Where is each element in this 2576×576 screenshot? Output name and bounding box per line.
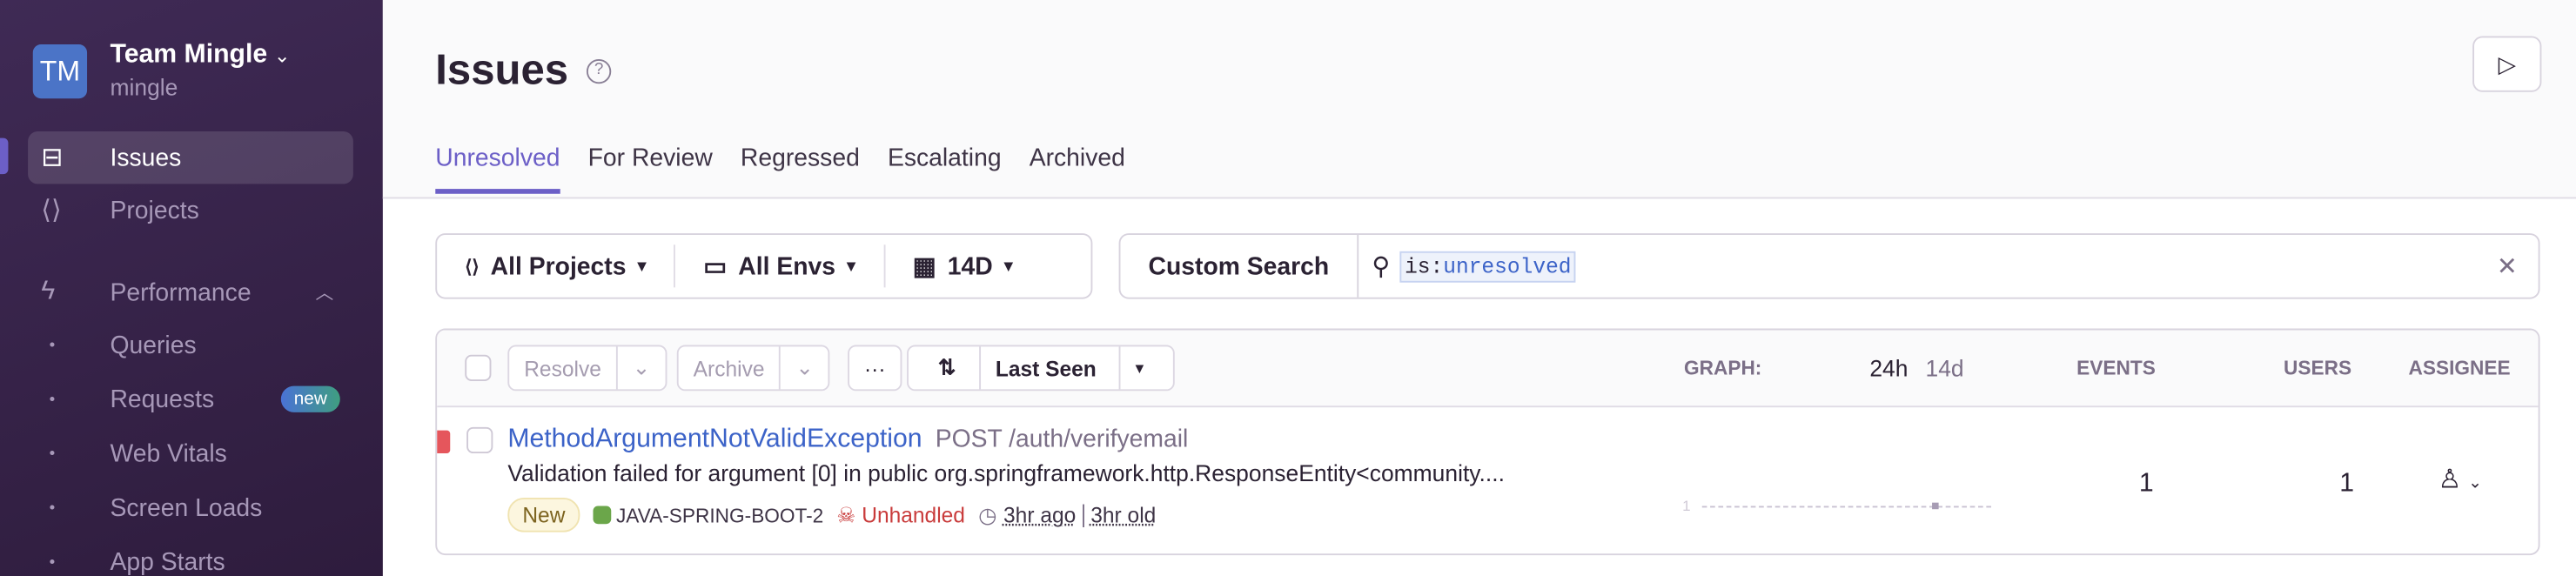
project-filter-label: All Projects <box>490 251 627 280</box>
project-badge[interactable]: JAVA-SPRING-BOOT-2 <box>593 504 823 526</box>
sort-button[interactable]: ⇅ Last Seen ▾ <box>907 345 1175 392</box>
page-filters: ⟨⟩ All Projects ▾ ▭ All Envs ▾ ▦ 14D ▾ <box>435 233 1093 299</box>
sparkline-point <box>1932 502 1939 510</box>
resolve-button[interactable]: Resolve ⌄ <box>507 345 667 392</box>
chevron-down-icon: ⌄ <box>779 346 828 390</box>
sidebar-item-label: Web Vitals <box>110 439 227 469</box>
event-sparkline: 1 <box>1682 498 2011 514</box>
chevron-down-icon: ⌄ <box>615 346 665 390</box>
graph-label: GRAPH: <box>1683 356 1762 380</box>
org-switcher[interactable]: Team Mingle ⌄ <box>110 41 290 70</box>
chevron-down-icon: ▾ <box>1119 346 1157 390</box>
chevron-up-icon: ︿ <box>315 284 334 305</box>
assignee-selector[interactable]: ♙ ⌄ <box>2438 463 2481 496</box>
new-badge: new <box>280 385 340 412</box>
sidebar-item-issues[interactable]: ⊟ Issues <box>28 131 353 184</box>
sidebar-item-label: Issues <box>110 144 182 172</box>
sidebar-item-screen-loads[interactable]: • Screen Loads <box>50 494 263 522</box>
sidebar-item-label: App Starts <box>110 548 225 576</box>
skull-icon: ☠ <box>836 501 856 527</box>
sidebar-item-label: Projects <box>110 196 199 224</box>
chevron-down-icon: ▾ <box>637 257 647 276</box>
table-row[interactable]: MethodArgumentNotValidException POST /aut… <box>437 407 2538 553</box>
chevron-down-icon: ▾ <box>1003 257 1013 276</box>
play-icon: ▷ <box>2498 50 2516 77</box>
sidebar-item-label: Screen Loads <box>110 494 263 523</box>
org-slug: mingle <box>110 73 178 101</box>
chevron-down-icon: ⌄ <box>2468 474 2482 493</box>
issue-culprit: POST /auth/verifyemail <box>935 425 1189 454</box>
issue-message: Validation failed for argument [0] in pu… <box>507 459 1505 486</box>
page-title: Issues <box>435 44 569 94</box>
tab-unresolved[interactable]: Unresolved <box>435 144 560 194</box>
tab-archived[interactable]: Archived <box>1030 144 1125 194</box>
sidebar-item-requests[interactable]: • Requests <box>50 386 214 414</box>
clear-search-icon[interactable]: ✕ <box>2476 251 2539 281</box>
lightning-icon: ϟ <box>41 278 56 306</box>
sidebar-item-label: Requests <box>110 385 215 414</box>
users-header: USERS <box>2284 356 2352 380</box>
environment-filter[interactable]: ▭ All Envs ▾ <box>674 244 883 288</box>
help-icon[interactable]: ? <box>586 58 612 84</box>
calendar-icon: ▦ <box>912 252 936 281</box>
tab-escalating[interactable]: Escalating <box>888 144 1002 194</box>
tab-regressed[interactable]: Regressed <box>741 144 860 194</box>
sidebar-item-label: Queries <box>110 332 197 360</box>
sidebar: TM Team Mingle ⌄ mingle ⊟ Issues ⟨⟩ Project… <box>0 0 383 576</box>
spring-icon <box>593 506 612 525</box>
user-icon: ♙ <box>2438 466 2462 495</box>
search-input[interactable]: ⚲ is:unresolved <box>1358 250 2476 282</box>
folder-code-icon: ⟨⟩ <box>41 197 62 225</box>
org-avatar[interactable]: TM <box>32 44 88 99</box>
inbox-icon: ⊟ <box>41 144 64 173</box>
folder-code-icon: ⟨⟩ <box>465 257 480 278</box>
sidebar-item-queries[interactable]: • Queries <box>50 332 197 359</box>
search-icon: ⚲ <box>1372 252 1391 281</box>
unhandled-badge: ☠ Unhandled <box>836 501 965 527</box>
sidebar-item-projects[interactable]: ⟨⟩ Projects <box>28 184 353 236</box>
environment-filter-label: All Envs <box>738 251 836 280</box>
row-checkbox[interactable] <box>466 426 493 454</box>
date-filter[interactable]: ▦ 14D ▾ <box>882 244 1041 288</box>
sidebar-item-performance[interactable]: ϟ Performance ︿ <box>28 266 353 318</box>
chevron-down-icon: ▾ <box>847 257 855 276</box>
assignee-header: ASSIGNEE <box>2408 356 2511 380</box>
divider <box>1082 503 1084 527</box>
sidebar-item-web-vitals[interactable]: • Web Vitals <box>50 440 227 468</box>
issue-tabs: Unresolved For Review Regressed Escalati… <box>435 144 1125 194</box>
users-count: 1 <box>2339 469 2355 499</box>
search-bar: Custom Search ⚲ is:unresolved ✕ <box>1118 233 2540 299</box>
window-icon: ▭ <box>703 252 728 281</box>
chevron-down-icon: ⌄ <box>273 44 291 68</box>
custom-search-button[interactable]: Custom Search <box>1120 234 1359 298</box>
issue-meta: New JAVA-SPRING-BOOT-2 ☠ Unhandled ◷ 3hr… <box>507 498 1156 532</box>
graph-14d-toggle[interactable]: 14d <box>1926 355 1964 381</box>
sort-icon: ⇅ <box>937 354 956 380</box>
tab-for-review[interactable]: For Review <box>588 144 713 194</box>
first-seen: 3hr old <box>1090 502 1157 527</box>
select-all-checkbox[interactable] <box>465 354 492 381</box>
error-level-indicator <box>437 430 451 454</box>
more-actions-button[interactable]: ··· <box>848 345 902 392</box>
org-name: Team Mingle <box>110 41 268 70</box>
status-badge: New <box>507 498 580 532</box>
last-seen: 3hr ago <box>1003 502 1077 527</box>
events-count: 1 <box>2138 469 2154 499</box>
table-header: Resolve ⌄ Archive ⌄ ··· ⇅ Last Seen ▾ GRAPH:… <box>437 330 2539 408</box>
sidebar-item-app-starts[interactable]: • App Starts <box>50 549 225 576</box>
graph-max-label: 1 <box>1682 498 1691 514</box>
project-filter[interactable]: ⟨⟩ All Projects ▾ <box>437 244 674 287</box>
issue-title[interactable]: MethodArgumentNotValidException POST /aut… <box>507 425 1188 455</box>
play-tour-button[interactable]: ▷ <box>2472 36 2542 92</box>
active-indicator <box>0 137 9 175</box>
issues-table: Resolve ⌄ Archive ⌄ ··· ⇅ Last Seen ▾ GRAPH:… <box>435 328 2540 556</box>
archive-button[interactable]: Archive ⌄ <box>676 345 830 392</box>
sidebar-item-label: Performance <box>110 278 252 307</box>
search-token[interactable]: is:unresolved <box>1399 250 1577 282</box>
graph-24h-toggle[interactable]: 24h <box>1869 355 1908 381</box>
clock-icon: ◷ <box>978 501 997 527</box>
date-filter-label: 14D <box>947 251 993 280</box>
page-header: Issues ? ▷ Unresolved For Review Regress… <box>382 0 2576 199</box>
events-header[interactable]: EVENTS <box>2076 357 2156 379</box>
